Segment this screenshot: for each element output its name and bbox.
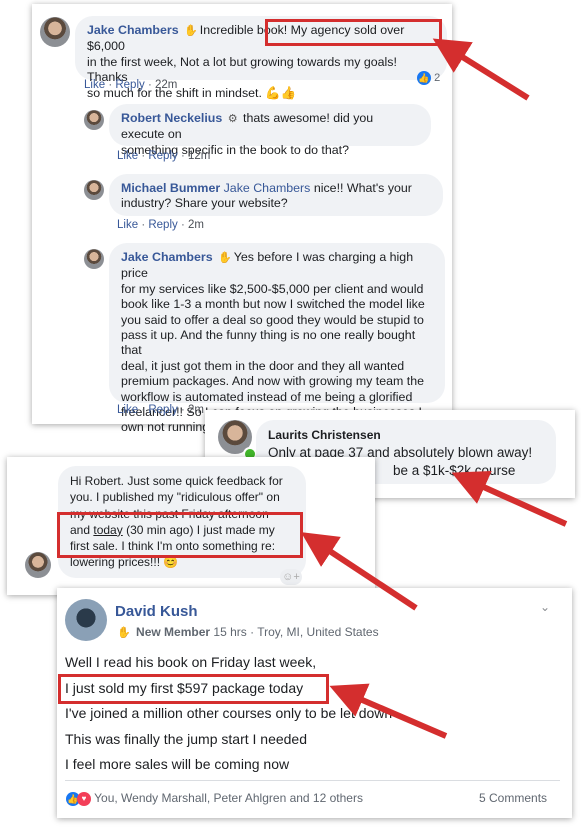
arrow-3 [300, 532, 418, 611]
arrow-1 [432, 38, 530, 101]
annotation-arrows [300, 38, 568, 739]
arrow-2 [451, 470, 568, 527]
arrow-4 [329, 683, 448, 739]
